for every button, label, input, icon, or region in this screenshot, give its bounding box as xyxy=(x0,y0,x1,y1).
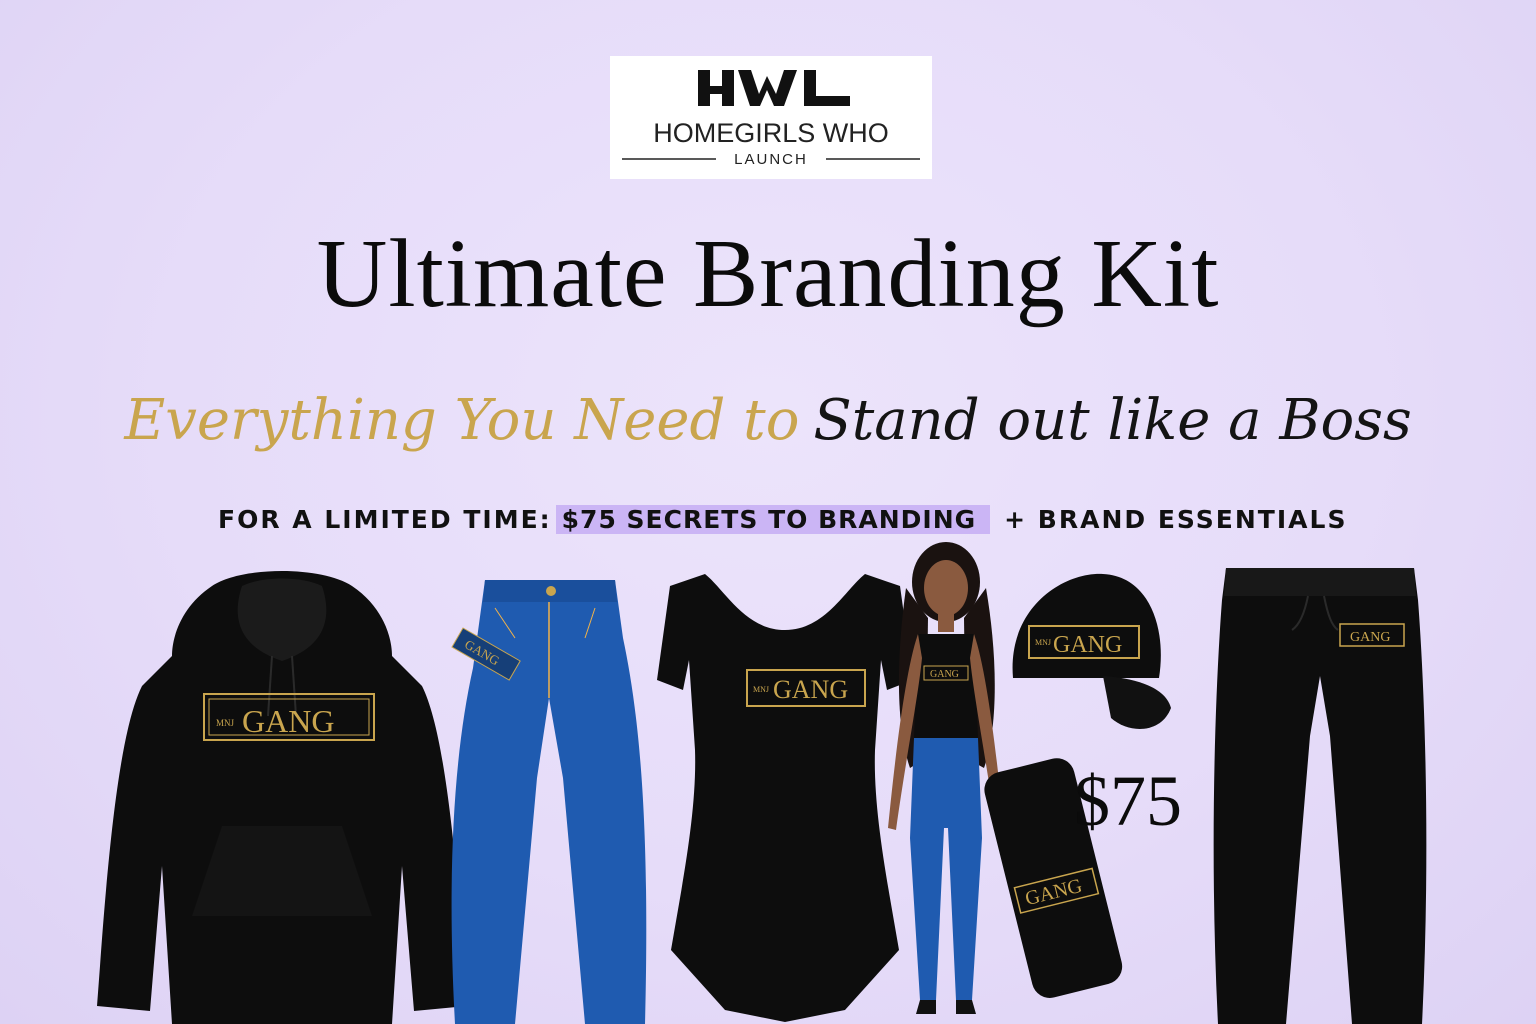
logo-sub-text: LAUNCH xyxy=(734,151,808,168)
hoodie-brand-text: GANG xyxy=(242,703,334,739)
jeans-image: GANG xyxy=(451,580,647,1024)
hwl-logo-mark: HOMEGIRLS WHO LAUNCH xyxy=(622,70,920,168)
sweatpants-image: GANG xyxy=(1213,568,1427,1024)
price-label: $75 xyxy=(1074,761,1182,841)
page-title: Ultimate Branding Kit xyxy=(316,220,1220,328)
svg-text:MNJ: MNJ xyxy=(1035,638,1051,647)
cap-brand-text: GANG xyxy=(1053,632,1122,658)
svg-text:GANG: GANG xyxy=(930,669,959,680)
logo-name-text: HOMEGIRLS WHO xyxy=(653,118,889,148)
hoodie-image: MNJ GANG xyxy=(97,571,467,1024)
svg-text:MNJ: MNJ xyxy=(216,718,235,728)
tagline-gold: Everything You Need to xyxy=(124,388,800,453)
sweatpants-brand-text: GANG xyxy=(1350,630,1390,645)
cap-image: MNJ GANG xyxy=(1012,573,1171,729)
offer-suffix: + BRAND ESSENTIALS xyxy=(1004,504,1348,534)
brand-logo: HOMEGIRLS WHO LAUNCH xyxy=(610,56,932,179)
bodysuit-brand-text: GANG xyxy=(773,675,848,704)
offer-line: FOR A LIMITED TIME: $75 SECRETS TO BRAND… xyxy=(218,503,1347,535)
offer-highlight: $75 SECRETS TO BRANDING xyxy=(555,504,991,534)
svg-text:MNJ: MNJ xyxy=(753,685,769,694)
tagline: Everything You Need to Stand out like a B… xyxy=(0,388,1536,453)
tagline-dark: Stand out like a Boss xyxy=(813,388,1412,453)
offer-prefix: FOR A LIMITED TIME: xyxy=(218,504,552,534)
